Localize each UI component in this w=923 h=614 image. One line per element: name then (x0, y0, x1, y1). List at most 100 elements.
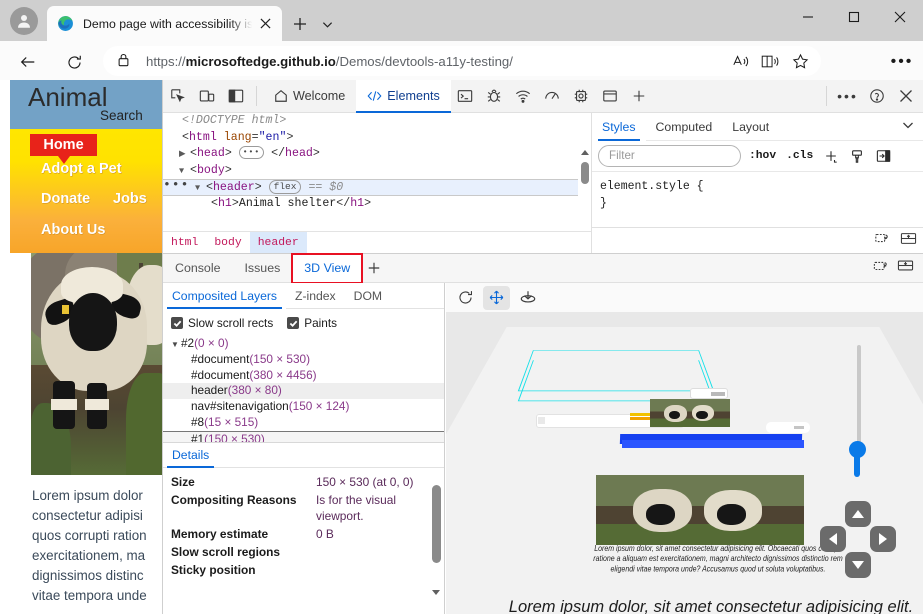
layer-row-selected[interactable]: #1(150 × 530) (163, 431, 444, 442)
pan-left-button[interactable] (820, 526, 846, 552)
collapsed-children-badge[interactable]: ••• (239, 146, 264, 159)
dom-line[interactable]: <html lang="en"> (163, 130, 591, 147)
debugger-tool-button[interactable] (480, 82, 509, 111)
window-minimize-button[interactable] (785, 0, 831, 33)
styles-more-tabs-button[interactable] (902, 118, 914, 136)
restore-drawer-button[interactable] (873, 258, 889, 278)
tab-z-index[interactable]: Z-index (286, 283, 345, 309)
hov-toggle[interactable]: :hov (747, 150, 778, 162)
layer-row[interactable]: #8(15 × 515) (163, 415, 444, 431)
pan-down-button[interactable] (845, 552, 871, 578)
tab-composited-layers[interactable]: Composited Layers (163, 283, 286, 309)
add-tool-button[interactable] (625, 82, 654, 111)
scroll-up-arrow[interactable] (579, 147, 590, 158)
breadcrumb-item-html[interactable]: html (163, 232, 206, 254)
layers-list[interactable]: ▼#2(0 × 0) #document(150 × 530) #documen… (163, 336, 444, 442)
tab-styles[interactable]: Styles (592, 113, 646, 141)
browser-tab[interactable]: Demo page with accessibility issu (47, 6, 282, 41)
read-aloud-button[interactable] (725, 48, 755, 74)
scrollbar-thumb[interactable] (581, 162, 589, 184)
layer-row[interactable]: ▼#2(0 × 0) (163, 336, 444, 352)
nav-item-adopt-a-pet[interactable]: Adopt a Pet (41, 161, 122, 177)
dom-line[interactable]: ▼<body> (163, 163, 591, 180)
application-tool-button[interactable] (596, 82, 625, 111)
tab-dom[interactable]: DOM (345, 283, 391, 309)
breadcrumb-item-header[interactable]: header (250, 232, 307, 254)
console-tool-button[interactable] (451, 82, 480, 111)
new-tab-button[interactable] (288, 12, 312, 36)
dom-line[interactable]: <h1>Animal shelter</h1> (163, 196, 591, 213)
layer-row[interactable]: #document(380 × 4456) (163, 368, 444, 384)
tab-actions-menu-button[interactable] (315, 12, 339, 36)
cls-toggle[interactable]: .cls (784, 150, 815, 162)
tab-details[interactable]: Details (163, 442, 218, 468)
scrollbar-thumb[interactable] (432, 485, 441, 563)
scroll-down-arrow[interactable] (432, 595, 440, 613)
toggle-styles-sidebar-button[interactable] (873, 146, 893, 166)
layer-white-pill[interactable] (766, 422, 810, 433)
computed-styles-button[interactable] (874, 231, 890, 251)
dom-line[interactable]: ▶<head> ••• </head> (163, 146, 591, 163)
element-class-styles-button[interactable] (847, 146, 867, 166)
address-bar[interactable]: https://microsoftedge.github.io/Demos/de… (103, 46, 821, 76)
tab-computed[interactable]: Computed (646, 113, 723, 141)
layer-image-thumbnail-main[interactable] (596, 475, 804, 545)
pan-mode-button[interactable] (483, 286, 510, 310)
tab-layout[interactable]: Layout (722, 113, 779, 141)
dock-side-button[interactable] (221, 82, 250, 111)
details-scrollbar[interactable] (430, 469, 443, 614)
window-close-button[interactable] (877, 0, 923, 33)
breadcrumb-item-body[interactable]: body (206, 232, 249, 254)
reload-button[interactable] (60, 48, 88, 76)
devtools-close-button[interactable] (891, 82, 920, 111)
dom-row-more-button[interactable]: ••• (163, 177, 189, 193)
inspect-element-button[interactable] (163, 82, 192, 111)
drawer-tab-issues[interactable]: Issues (232, 254, 292, 283)
favorite-button[interactable] (785, 48, 815, 74)
tab-close-button[interactable] (254, 13, 276, 35)
browser-settings-button[interactable]: ••• (887, 48, 917, 76)
drawer-add-tab-button[interactable] (362, 256, 386, 280)
layer-search-pill[interactable] (690, 388, 728, 399)
layer-blue-highlight-2[interactable] (622, 440, 804, 448)
dom-tree[interactable]: <!DOCTYPE html> <html lang="en"> ▶<head>… (163, 113, 591, 220)
device-emulation-button[interactable] (192, 82, 221, 111)
box-model-button[interactable] (900, 231, 917, 251)
layer-image-thumbnail-top[interactable] (650, 399, 730, 427)
nav-item-about-us[interactable]: About Us (41, 222, 105, 238)
network-tool-button[interactable] (509, 82, 538, 111)
depth-slider-knob[interactable] (849, 441, 866, 458)
performance-tool-button[interactable] (538, 82, 567, 111)
layer-row[interactable]: header(380 × 80) (163, 383, 444, 399)
profile-avatar[interactable] (10, 7, 38, 35)
devtools-tab-welcome[interactable]: Welcome (263, 80, 356, 113)
devtools-tab-elements[interactable]: Elements (356, 80, 451, 113)
rotate-mode-button[interactable] (514, 286, 541, 310)
memory-tool-button[interactable] (567, 82, 596, 111)
styles-rules[interactable]: element.style { } (592, 172, 923, 218)
pan-right-button[interactable] (870, 526, 896, 552)
nav-item-donate[interactable]: Donate (41, 191, 90, 207)
styles-filter-input[interactable]: Filter (598, 145, 741, 167)
checkbox-slow-scroll-rects[interactable]: Slow scroll rects (171, 316, 273, 330)
reset-view-button[interactable] (452, 286, 479, 310)
layer-row[interactable]: nav#sitenavigation(150 × 124) (163, 399, 444, 415)
drawer-tab-console[interactable]: Console (163, 254, 232, 283)
expand-caret-icon[interactable]: ▼ (171, 337, 181, 353)
pan-up-button[interactable] (845, 501, 871, 527)
dom-line[interactable]: <!DOCTYPE html> (163, 113, 591, 130)
nav-item-home[interactable]: Home (30, 134, 97, 156)
immersive-reader-button[interactable] (755, 48, 785, 74)
new-style-rule-button[interactable] (821, 146, 841, 166)
nav-item-jobs[interactable]: Jobs (113, 191, 147, 207)
flex-badge[interactable]: flex (269, 180, 302, 194)
depth-slider-track[interactable] (857, 345, 861, 455)
drawer-tab-3d-view[interactable]: 3D View (292, 254, 362, 283)
window-maximize-button[interactable] (831, 0, 877, 33)
devtools-more-button[interactable]: ••• (833, 82, 862, 111)
layer-row[interactable]: #document(150 × 530) (163, 352, 444, 368)
devtools-help-button[interactable] (862, 82, 891, 111)
back-button[interactable] (14, 48, 42, 76)
checkbox-paints[interactable]: Paints (287, 316, 337, 330)
dom-line-selected[interactable]: ▼<header> flex == $0 (163, 179, 591, 196)
